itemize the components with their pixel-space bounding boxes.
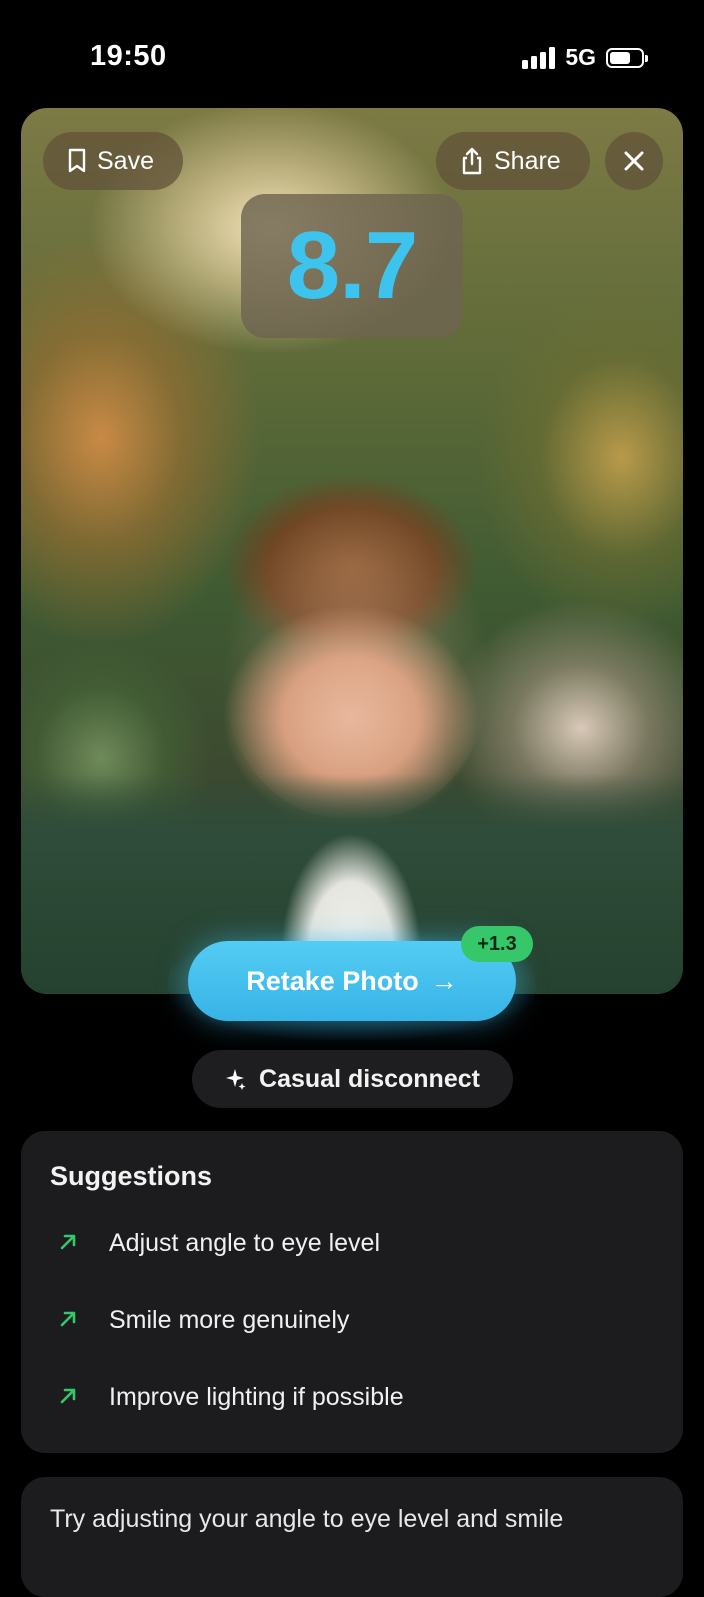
share-label: Share (494, 146, 561, 175)
sparkle-icon (225, 1067, 247, 1091)
trend-up-icon (59, 1231, 81, 1257)
score-boost-badge: +1.3 (461, 926, 533, 962)
suggestion-item: Improve lighting if possible (59, 1383, 404, 1412)
signal-icon (522, 46, 556, 69)
trend-up-icon (59, 1308, 81, 1334)
portrait-subject (221, 488, 491, 818)
vibe-tag-label: Casual disconnect (259, 1064, 480, 1093)
retake-label: Retake Photo (246, 965, 419, 996)
save-label: Save (97, 146, 154, 175)
photo-preview: Save Share 8.7 (21, 108, 683, 994)
save-button[interactable]: Save (43, 132, 183, 190)
network-label: 5G (565, 44, 596, 70)
status-time: 19:50 (90, 40, 167, 72)
suggestions-title: Suggestions (50, 1161, 213, 1191)
summary-card: Try adjusting your angle to eye level an… (21, 1477, 683, 1597)
suggestion-item: Adjust angle to eye level (59, 1229, 380, 1258)
vibe-tag: Casual disconnect (192, 1050, 513, 1108)
status-bar: 19:50 5G (0, 0, 704, 110)
suggestion-item: Smile more genuinely (59, 1306, 349, 1335)
score-value: 8.7 (286, 212, 418, 319)
suggestion-label: Improve lighting if possible (109, 1383, 404, 1411)
share-icon (460, 147, 484, 175)
bookmark-icon (67, 148, 87, 174)
arrow-right-icon: → (430, 965, 458, 996)
suggestion-label: Smile more genuinely (109, 1306, 350, 1334)
close-button[interactable] (605, 132, 663, 190)
close-icon (623, 150, 645, 172)
share-button[interactable]: Share (436, 132, 590, 190)
suggestion-label: Adjust angle to eye level (109, 1229, 381, 1257)
trend-up-icon (59, 1385, 81, 1411)
score-box: 8.7 (241, 194, 463, 338)
summary-text: Try adjusting your angle to eye level an… (50, 1505, 564, 1533)
suggestions-card: Suggestions Adjust angle to eye level Sm… (21, 1131, 683, 1453)
status-indicators: 5G (522, 44, 648, 71)
battery-icon (606, 47, 648, 68)
